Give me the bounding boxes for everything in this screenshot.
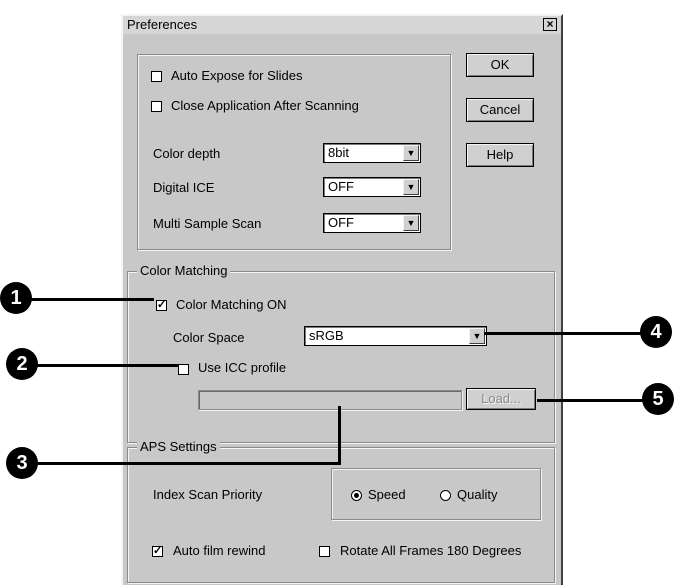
load-button[interactable]: Load... bbox=[466, 388, 536, 410]
ok-button[interactable]: OK bbox=[466, 53, 534, 77]
preferences-dialog: Preferences × Auto Expose for Slides Clo… bbox=[121, 14, 563, 585]
color-space-value: sRGB bbox=[309, 328, 344, 343]
auto-film-rewind-checkbox[interactable]: ✓ bbox=[152, 546, 163, 557]
callout-2: 2 bbox=[6, 348, 38, 380]
callout-4: 4 bbox=[640, 316, 672, 348]
auto-expose-label: Auto Expose for Slides bbox=[171, 68, 303, 83]
quality-label: Quality bbox=[457, 487, 498, 502]
color-matching-on-checkbox[interactable]: ✓ bbox=[156, 300, 167, 311]
callout-3-line-h bbox=[36, 462, 340, 465]
auto-film-rewind-label: Auto film rewind bbox=[173, 543, 266, 558]
rotate-all-label: Rotate All Frames 180 Degrees bbox=[340, 543, 522, 558]
use-icc-checkbox[interactable] bbox=[178, 364, 189, 375]
chevron-down-icon[interactable]: ▼ bbox=[403, 215, 419, 231]
radio-selected-dot bbox=[354, 493, 359, 498]
digital-ice-label: Digital ICE bbox=[153, 180, 215, 195]
close-app-checkbox[interactable] bbox=[151, 101, 162, 112]
color-space-label: Color Space bbox=[173, 330, 245, 345]
callout-3-line-v bbox=[338, 406, 341, 465]
digital-ice-select[interactable]: OFF ▼ bbox=[323, 177, 421, 197]
icc-profile-path-field[interactable] bbox=[198, 390, 462, 410]
color-depth-value: 8bit bbox=[328, 145, 349, 160]
close-app-label: Close Application After Scanning bbox=[171, 98, 359, 113]
callout-3: 3 bbox=[6, 447, 38, 479]
callout-5-line bbox=[537, 399, 644, 402]
help-button[interactable]: Help bbox=[466, 143, 534, 167]
close-icon[interactable]: × bbox=[543, 18, 557, 31]
multi-sample-value: OFF bbox=[328, 215, 354, 230]
cancel-button[interactable]: Cancel bbox=[466, 98, 534, 122]
use-icc-label: Use ICC profile bbox=[198, 360, 287, 375]
auto-expose-checkbox[interactable] bbox=[151, 71, 162, 82]
color-depth-select[interactable]: 8bit ▼ bbox=[323, 143, 421, 163]
index-scan-priority-label: Index Scan Priority bbox=[153, 487, 263, 502]
multi-sample-label: Multi Sample Scan bbox=[153, 216, 262, 231]
color-matching-on-label: Color Matching ON bbox=[176, 297, 287, 312]
callout-1: 1 bbox=[0, 282, 32, 314]
color-space-select[interactable]: sRGB ▼ bbox=[304, 326, 487, 346]
color-depth-label: Color depth bbox=[153, 146, 221, 161]
color-matching-legend: Color Matching bbox=[137, 264, 231, 278]
multi-sample-select[interactable]: OFF ▼ bbox=[323, 213, 421, 233]
dialog-title: Preferences bbox=[127, 17, 198, 32]
rotate-all-checkbox[interactable] bbox=[319, 546, 330, 557]
callout-2-line bbox=[36, 364, 178, 367]
callout-5: 5 bbox=[642, 383, 674, 415]
digital-ice-value: OFF bbox=[328, 179, 354, 194]
speed-radio[interactable] bbox=[351, 490, 362, 501]
chevron-down-icon[interactable]: ▼ bbox=[403, 179, 419, 195]
speed-label: Speed bbox=[368, 487, 406, 502]
quality-radio[interactable] bbox=[440, 490, 451, 501]
chevron-down-icon[interactable]: ▼ bbox=[403, 145, 419, 161]
title-bar: Preferences × bbox=[123, 16, 561, 34]
index-scan-priority-box bbox=[331, 468, 541, 520]
callout-1-line bbox=[30, 298, 154, 301]
aps-settings-legend: APS Settings bbox=[137, 440, 220, 454]
callout-4-line bbox=[484, 332, 642, 335]
chevron-down-icon[interactable]: ▼ bbox=[469, 328, 485, 344]
